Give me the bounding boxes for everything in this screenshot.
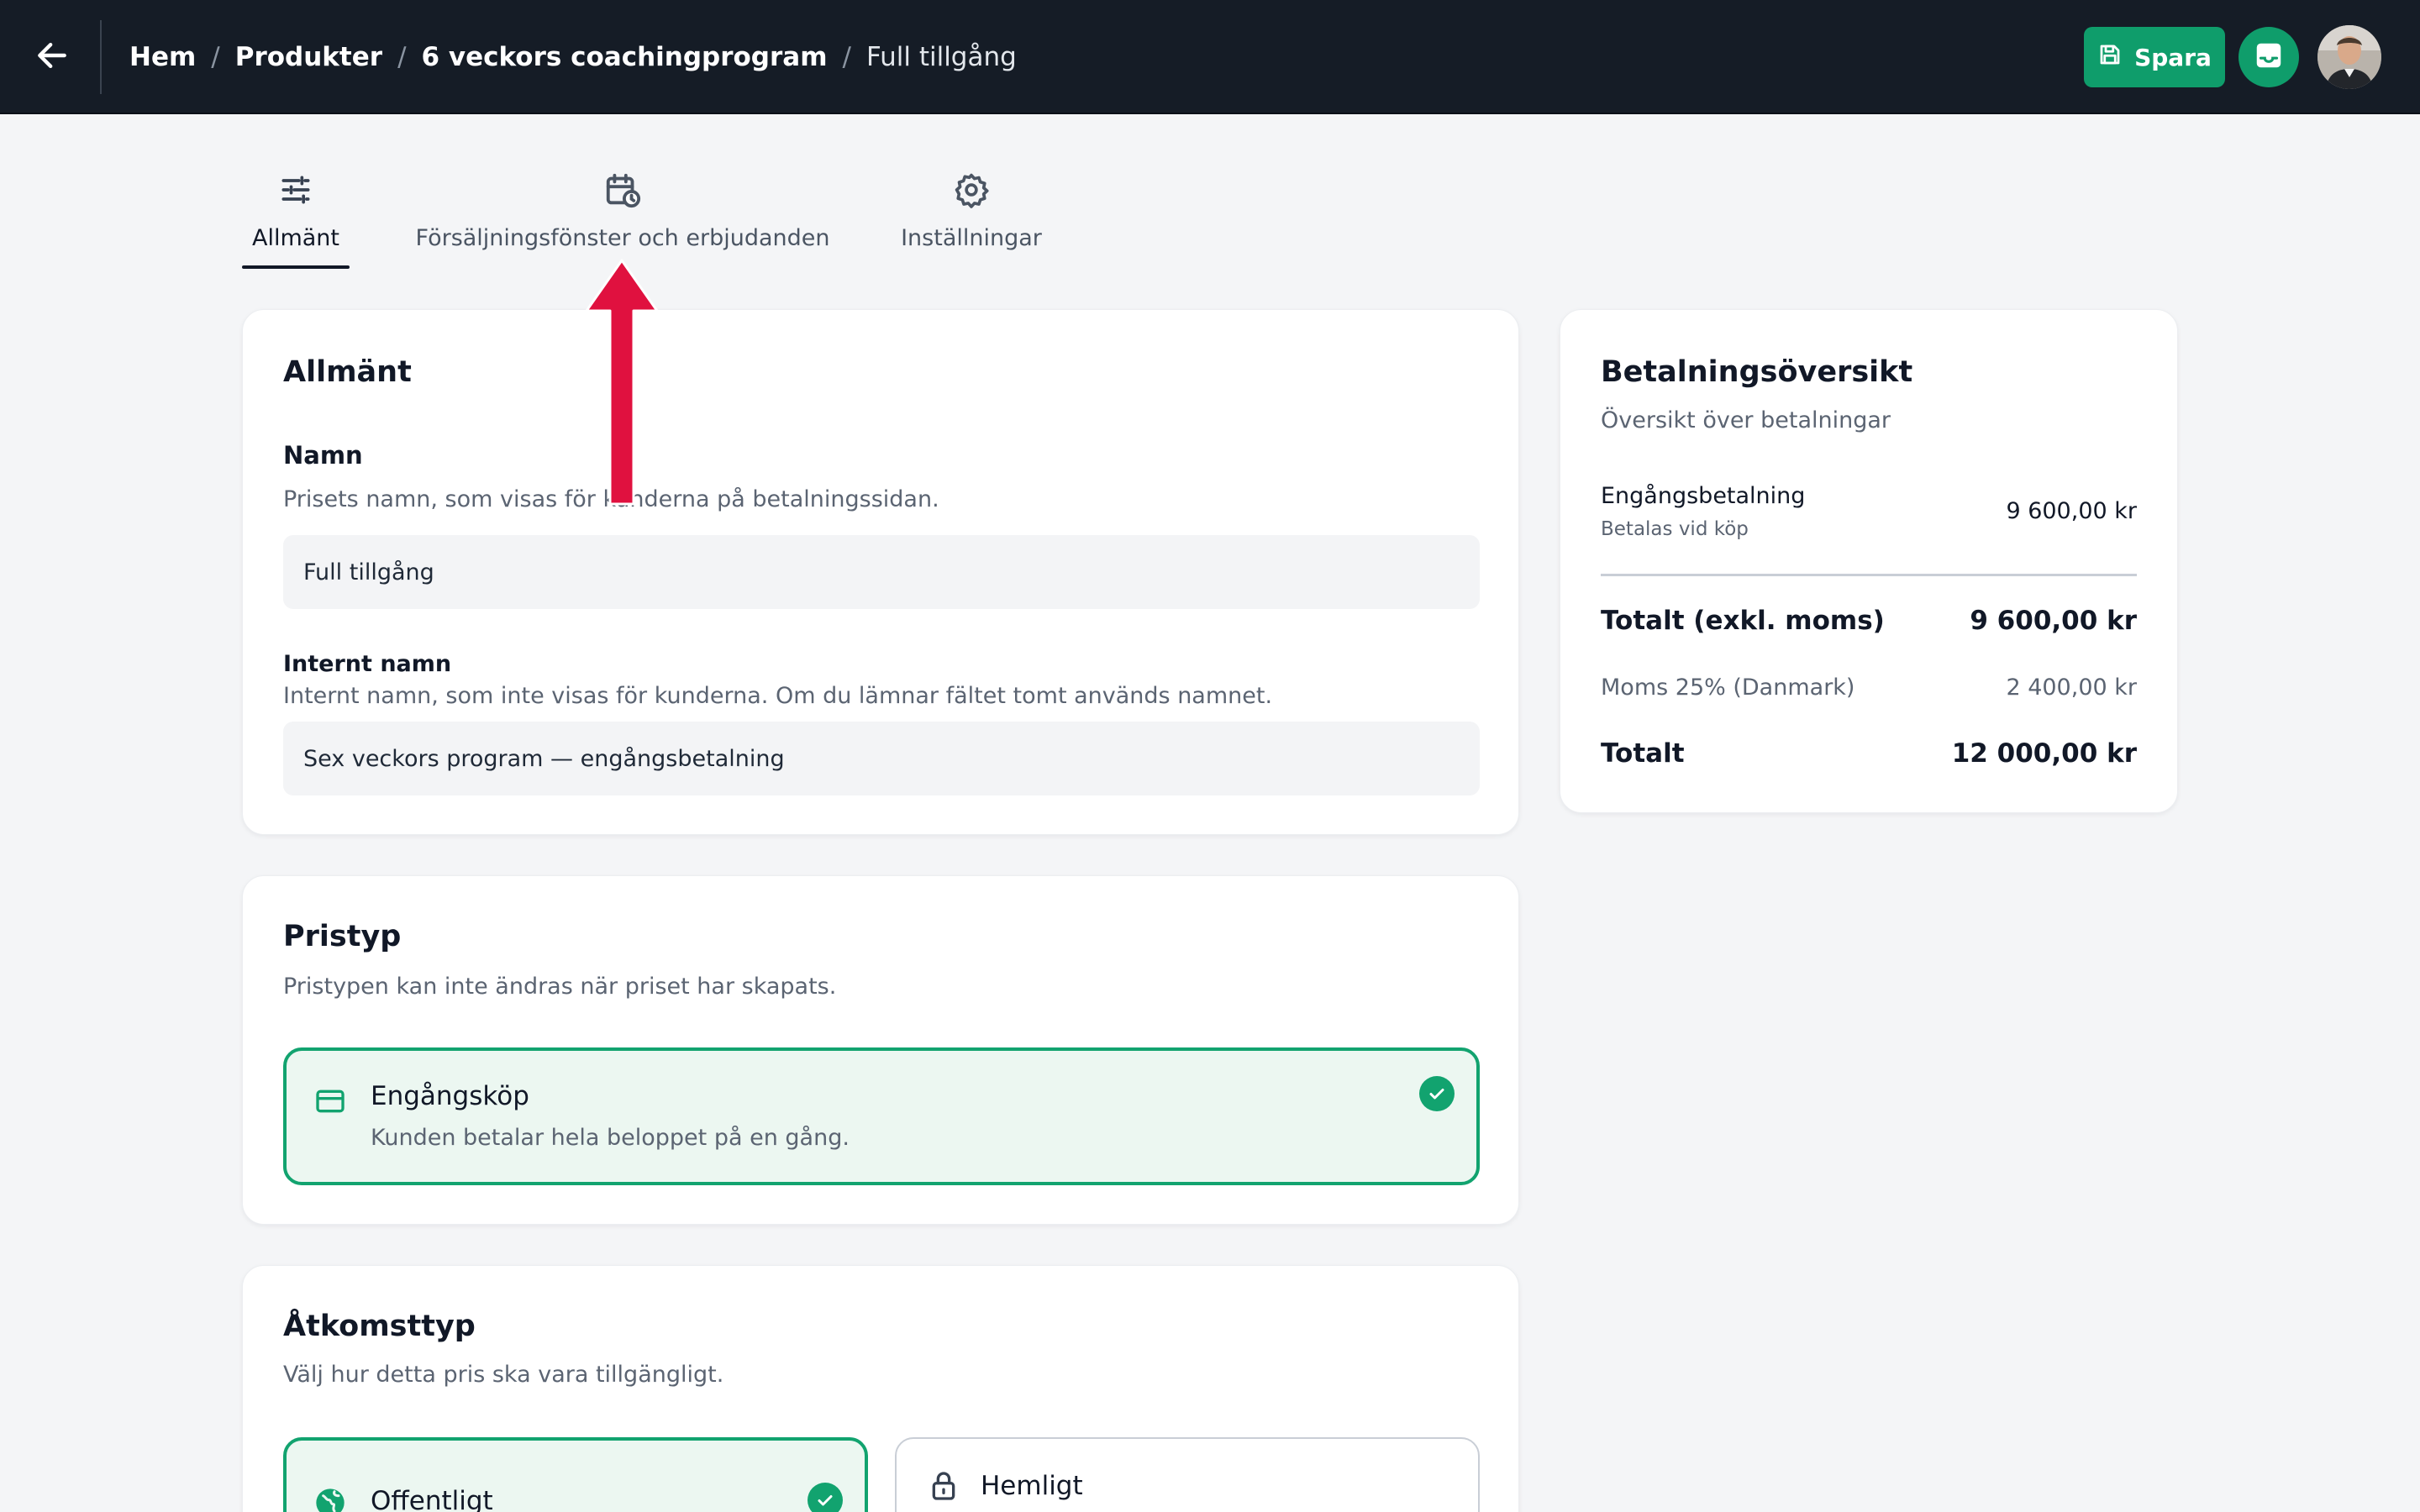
tab-settings[interactable]: Inställningar [901, 168, 1042, 270]
topbar-divider [100, 20, 102, 94]
option-description: Kunden betalar hela beloppet på en gång. [371, 1125, 850, 1151]
price-type-card: Pristyp Pristypen kan inte ändras när pr… [242, 875, 1519, 1225]
breadcrumb-current: Full tillgång [865, 42, 1017, 72]
divider [1601, 574, 2137, 576]
calendar-clock-icon [603, 168, 642, 212]
breadcrumb-products[interactable]: Produkter [235, 42, 382, 72]
option-title: Engångsköp [371, 1081, 529, 1111]
credit-card-icon [313, 1084, 347, 1121]
payment-line: Engångsbetalning Betalas vid köp 9 600,0… [1601, 483, 2137, 542]
subtotal-label: Totalt (exkl. moms) [1601, 606, 1885, 636]
subtotal-row: Totalt (exkl. moms) 9 600,00 kr [1601, 606, 2137, 639]
name-label: Namn [283, 441, 363, 470]
lock-icon [927, 1469, 960, 1506]
sliders-icon [277, 168, 314, 212]
gear-icon [953, 168, 990, 212]
subtotal-value: 9 600,00 kr [1970, 606, 2137, 636]
back-button[interactable] [25, 30, 79, 84]
total-value: 12 000,00 kr [1951, 738, 2137, 769]
tab-label: Allmänt [251, 225, 340, 251]
breadcrumb: Hem / Produkter / 6 veckors coachingprog… [129, 37, 1017, 77]
card-subtitle: Pristypen kan inte ändras när priset har… [283, 974, 837, 1000]
breadcrumb-separator: / [842, 42, 851, 72]
save-button[interactable]: Spara [2084, 27, 2225, 87]
name-input[interactable] [283, 535, 1480, 609]
red-arrow-up-icon [585, 257, 659, 506]
floppy-disk-icon [2097, 42, 2123, 73]
save-button-label: Spara [2134, 43, 2212, 71]
access-option-public[interactable]: Offentligt [283, 1437, 868, 1512]
price-type-option-one-time[interactable]: Engångsköp Kunden betalar hela beloppet … [283, 1047, 1480, 1185]
breadcrumb-product[interactable]: 6 veckors coachingprogram [422, 42, 828, 72]
option-title: Hemligt [981, 1471, 1083, 1501]
payment-line-label: Engångsbetalning [1601, 483, 1806, 509]
tab-label: Försäljningsfönster och erbjudanden [415, 225, 830, 251]
vat-value: 2 400,00 kr [2006, 675, 2137, 701]
option-title: Offentligt [371, 1486, 493, 1512]
vat-label: Moms 25% (Danmark) [1601, 675, 1855, 701]
check-icon [1419, 1076, 1455, 1111]
card-title: Pristyp [283, 920, 402, 953]
card-title: Allmänt [283, 355, 412, 389]
access-option-secret[interactable]: Hemligt [895, 1437, 1480, 1512]
internal-name-input[interactable] [283, 722, 1480, 795]
tab-general[interactable]: Allmänt [242, 168, 350, 270]
active-tab-indicator [242, 265, 350, 269]
payment-line-sub: Betalas vid köp [1601, 518, 1749, 540]
vat-row: Moms 25% (Danmark) 2 400,00 kr [1601, 675, 2137, 705]
total-row: Totalt 12 000,00 kr [1601, 738, 2137, 772]
tab-sales-windows[interactable]: Försäljningsfönster och erbjudanden [416, 168, 830, 270]
card-title: Åtkomsttyp [283, 1310, 476, 1343]
internal-name-help-text: Internt namn, som inte visas för kundern… [283, 683, 1273, 709]
top-bar: Hem / Produkter / 6 veckors coachingprog… [0, 0, 2420, 114]
breadcrumb-home[interactable]: Hem [129, 42, 196, 72]
globe-icon [313, 1486, 347, 1512]
card-subtitle: Översikt över betalningar [1601, 407, 1891, 433]
arrow-left-icon [34, 37, 71, 77]
general-card: Allmänt Namn Prisets namn, som visas för… [242, 309, 1519, 835]
breadcrumb-separator: / [397, 42, 407, 72]
payment-line-value: 9 600,00 kr [2006, 498, 2137, 524]
card-subtitle: Välj hur detta pris ska vara tillgänglig… [283, 1362, 724, 1388]
avatar[interactable] [2317, 25, 2381, 89]
card-title: Betalningsöversikt [1601, 355, 1913, 389]
inbox-button[interactable] [2238, 27, 2299, 87]
internal-name-label: Internt namn [283, 651, 452, 677]
access-type-card: Åtkomsttyp Välj hur detta pris ska vara … [242, 1265, 1519, 1512]
payment-overview-card: Betalningsöversikt Översikt över betalni… [1560, 309, 2178, 813]
inbox-icon [2253, 39, 2285, 75]
tab-label: Inställningar [901, 225, 1042, 251]
breadcrumb-separator: / [211, 42, 220, 72]
check-icon [808, 1483, 843, 1512]
total-label: Totalt [1601, 738, 1685, 769]
